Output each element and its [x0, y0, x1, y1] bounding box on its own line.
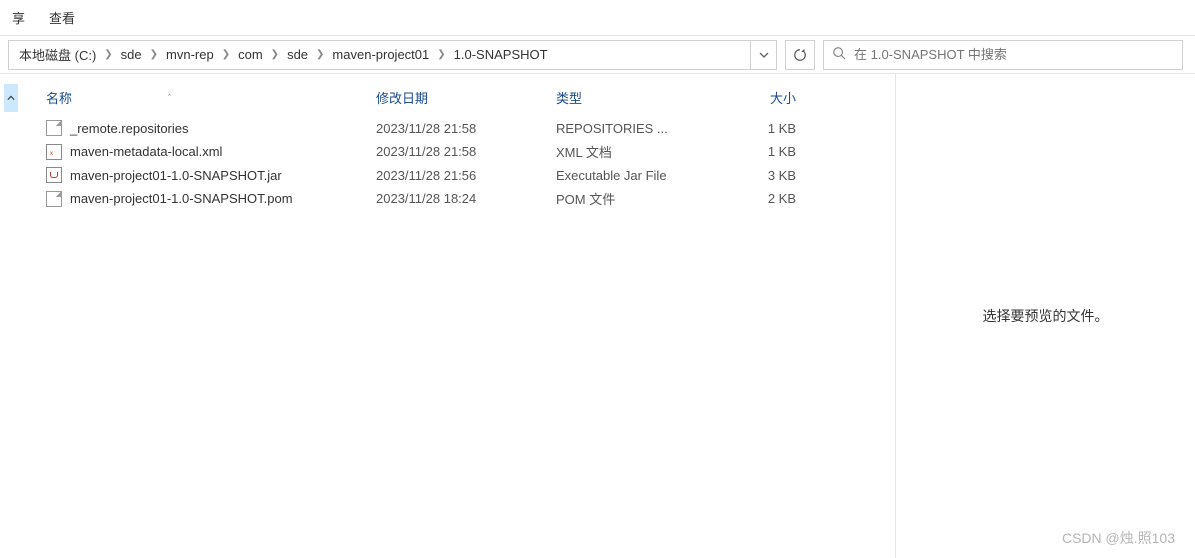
chevron-right-icon: ❯: [312, 49, 328, 60]
file-icon: [46, 120, 62, 136]
crumb-4[interactable]: sde: [283, 47, 312, 62]
nav-pane-toggle[interactable]: [0, 74, 22, 558]
file-type: REPOSITORIES ...: [556, 121, 706, 136]
file-size: 1 KB: [706, 144, 796, 159]
file-date: 2023/11/28 21:56: [376, 168, 556, 183]
search-input[interactable]: [854, 47, 1174, 62]
crumb-3[interactable]: com: [234, 47, 267, 62]
column-headers: 名称 ˆ 修改日期 类型 大小: [46, 82, 875, 117]
header-name[interactable]: 名称 ˆ: [46, 88, 376, 107]
chevron-right-icon: ❯: [218, 49, 234, 60]
file-icon: [46, 191, 62, 207]
svg-text:x: x: [50, 151, 53, 157]
file-size: 3 KB: [706, 168, 796, 183]
file-name: _remote.repositories: [70, 121, 189, 136]
header-size[interactable]: 大小: [706, 88, 796, 107]
content-area: 名称 ˆ 修改日期 类型 大小 _remote.repositories 202…: [22, 74, 1195, 558]
header-type[interactable]: 类型: [556, 88, 706, 107]
chevron-right-icon: ❯: [146, 49, 162, 60]
search-icon: [832, 46, 846, 63]
preview-empty-text: 选择要预览的文件。: [983, 306, 1109, 326]
preview-pane: 选择要预览的文件。: [895, 74, 1195, 558]
file-size: 2 KB: [706, 191, 796, 206]
address-toolbar: 本地磁盘 (C:) ❯ sde ❯ mvn-rep ❯ com ❯ sde ❯ …: [0, 36, 1195, 74]
refresh-button[interactable]: [785, 40, 815, 70]
chevron-down-icon: [759, 50, 769, 60]
header-name-label: 名称: [46, 88, 72, 107]
chevron-right-icon: ❯: [100, 49, 116, 60]
file-name: maven-metadata-local.xml: [70, 144, 222, 159]
crumb-root[interactable]: 本地磁盘 (C:): [15, 45, 100, 64]
file-size: 1 KB: [706, 121, 796, 136]
header-date[interactable]: 修改日期: [376, 88, 556, 107]
breadcrumb[interactable]: 本地磁盘 (C:) ❯ sde ❯ mvn-rep ❯ com ❯ sde ❯ …: [9, 45, 750, 64]
file-date: 2023/11/28 21:58: [376, 121, 556, 136]
crumb-2[interactable]: mvn-rep: [162, 47, 218, 62]
jar-file-icon: [46, 167, 62, 183]
history-dropdown-button[interactable]: [750, 41, 776, 69]
menu-share[interactable]: 享: [0, 2, 37, 33]
top-menu: 享 查看: [0, 0, 1195, 36]
file-date: 2023/11/28 18:24: [376, 191, 556, 206]
file-type: XML 文档: [556, 142, 706, 161]
chevron-right-icon: ❯: [433, 49, 449, 60]
main-area: 名称 ˆ 修改日期 类型 大小 _remote.repositories 202…: [0, 74, 1195, 558]
file-row[interactable]: _remote.repositories 2023/11/28 21:58 RE…: [46, 117, 875, 139]
file-list: 名称 ˆ 修改日期 类型 大小 _remote.repositories 202…: [22, 74, 895, 558]
sort-asc-icon: ˆ: [168, 93, 171, 103]
crumb-6[interactable]: 1.0-SNAPSHOT: [450, 47, 552, 62]
file-name: maven-project01-1.0-SNAPSHOT.pom: [70, 191, 293, 206]
menu-view[interactable]: 查看: [37, 2, 87, 33]
search-box[interactable]: [823, 40, 1183, 70]
chevron-right-icon: ❯: [267, 49, 283, 60]
breadcrumb-bar[interactable]: 本地磁盘 (C:) ❯ sde ❯ mvn-rep ❯ com ❯ sde ❯ …: [8, 40, 777, 70]
crumb-5[interactable]: maven-project01: [328, 47, 433, 62]
file-row[interactable]: maven-project01-1.0-SNAPSHOT.pom 2023/11…: [46, 186, 875, 211]
file-type: Executable Jar File: [556, 168, 706, 183]
refresh-icon: [793, 48, 807, 62]
file-name: maven-project01-1.0-SNAPSHOT.jar: [70, 168, 282, 183]
crumb-1[interactable]: sde: [117, 47, 146, 62]
file-row[interactable]: x maven-metadata-local.xml 2023/11/28 21…: [46, 139, 875, 164]
file-type: POM 文件: [556, 189, 706, 208]
chevron-up-icon: [4, 84, 18, 112]
xml-file-icon: x: [46, 144, 62, 160]
file-row[interactable]: maven-project01-1.0-SNAPSHOT.jar 2023/11…: [46, 164, 875, 186]
file-date: 2023/11/28 21:58: [376, 144, 556, 159]
